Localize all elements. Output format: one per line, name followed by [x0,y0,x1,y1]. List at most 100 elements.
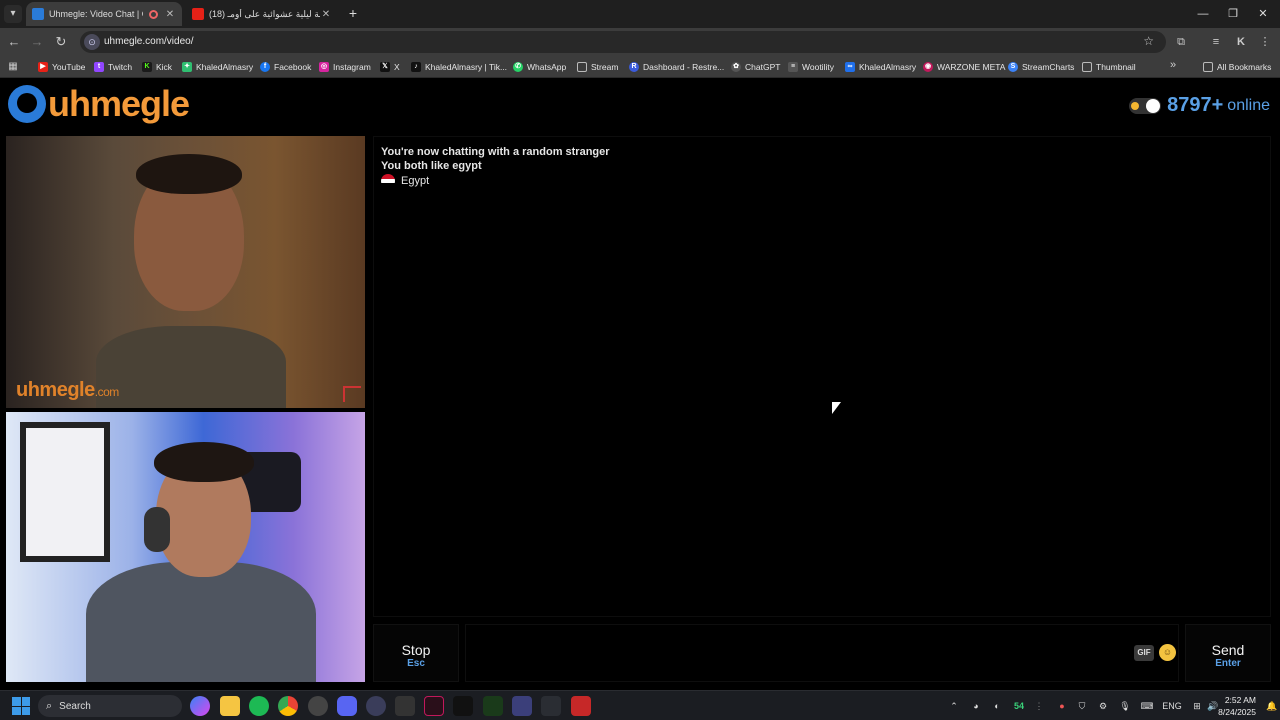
online-count: 8797+ [1167,94,1224,116]
windows-start-icon[interactable] [12,697,30,715]
spotify-icon[interactable] [249,696,269,716]
folder-icon [1082,62,1092,72]
tab-uhmegle[interactable]: Uhmegle: Video Chat | Ome ✕ [26,2,182,26]
razer-icon[interactable] [483,696,503,716]
tray-counter[interactable]: 54 [1010,698,1028,714]
bookmark-instagram[interactable]: ◎ Instagram [319,59,371,75]
x-icon: 𝕏 [380,62,390,72]
tray-settings-icon[interactable]: ⚙ [1096,698,1110,714]
bookmark-chatgpt[interactable]: ✿ ChatGPT [731,59,780,75]
bookmark-label: ChatGPT [745,62,781,72]
microphone-icon[interactable]: 🎙 [1118,698,1132,714]
media-control-icon[interactable]: ≡ [1207,33,1225,51]
extensions-icon[interactable]: ⧉ [1172,33,1190,51]
uhmegle-logo-icon [8,85,46,123]
tray-app-icon[interactable]: ◐ [990,698,1004,714]
bookmark-wootility[interactable]: ≡ Wootility [788,59,834,75]
bookmark-label: WARZONE META [937,62,1006,72]
bookmark-star-icon[interactable]: ☆ [1143,34,1154,48]
bookmark-label: KhaledAlmasry [859,62,917,72]
terminal-icon[interactable] [395,696,415,716]
tray-bars-icon[interactable]: ⋮ [1032,698,1046,714]
url-text[interactable]: uhmegle.com/video/ [104,36,194,47]
notification-icon[interactable]: 🔔 [1266,698,1277,714]
send-button[interactable]: Send Enter [1185,624,1271,682]
restore-icon[interactable]: ❐ [1218,4,1248,24]
profile-icon[interactable]: K [1232,33,1250,51]
self-body [86,562,316,682]
bookmark-restream[interactable]: R Dashboard - Restre... [629,59,724,75]
close-tab-icon[interactable]: ✕ [164,9,176,20]
theme-toggle[interactable] [1129,97,1162,114]
more-bookmarks-icon[interactable]: » [1170,59,1176,71]
forward-icon[interactable]: → [28,33,46,51]
bookmarks-bar: ▦ ▶ YouTube t Twitch K Kick ✦ KhaledAlmasry … [0,56,1280,78]
bookmark-thumbnail[interactable]: Thumbnail [1082,59,1136,75]
tab-search-icon[interactable]: ▾ [4,5,22,23]
tray-shield-icon[interactable]: ⛉ [1075,698,1089,714]
call-of-duty-icon[interactable] [453,696,473,716]
bookmark-facebook[interactable]: f Facebook [260,59,311,75]
app-icon[interactable] [366,696,386,716]
restream-icon: R [629,62,639,72]
report-flag-icon[interactable] [343,386,361,402]
bookmark-streamcharts[interactable]: S StreamCharts [1008,59,1074,75]
bookmark-kick[interactable]: K Kick [142,59,172,75]
close-tab-icon[interactable]: ✕ [320,9,332,20]
bookmark-khaledalmasry[interactable]: ✦ KhaledAlmasry [182,59,253,75]
search-icon: ⌕ [46,699,53,712]
tab-youtube[interactable]: (18) جولة ليلية عشوائية على أومـ ✕ [186,2,338,26]
bookmark-twitch[interactable]: t Twitch [94,59,132,75]
bookmark-whatsapp[interactable]: ✆ WhatsApp [513,59,566,75]
address-bar[interactable]: ⊙ uhmegle.com/video/ ☆ [80,31,1166,53]
streamcharts-icon: S [1008,62,1018,72]
gif-button[interactable]: GIF [1134,645,1154,661]
message-input[interactable] [465,624,1179,682]
site-info-icon[interactable]: ⊙ [84,34,100,50]
gamepad-icon[interactable] [512,696,532,716]
bookmark-warzone[interactable]: ◉ WARZONE META [923,59,1005,75]
tray-expand-icon[interactable]: ⌃ [948,698,960,714]
minimize-icon[interactable]: — [1188,4,1218,24]
self-hair [154,442,254,482]
self-video [6,412,365,682]
copilot-icon[interactable] [190,696,210,716]
keyboard-icon[interactable]: ⌨ [1140,698,1154,714]
system-clock[interactable]: 2:52 AM 8/24/2025 [1218,694,1256,718]
bookmark-x[interactable]: 𝕏X [380,59,400,75]
chrome-icon[interactable] [278,696,298,716]
bookmark-meta[interactable]: ∞ KhaledAlmasry [845,59,916,75]
bookmark-label: Wootility [802,62,834,72]
menu-icon[interactable]: ⋮ [1256,33,1274,51]
emoji-icon[interactable]: ☺ [1159,644,1176,661]
taskbar-search[interactable]: ⌕ Search [38,695,182,717]
apps-icon[interactable]: ▦ [6,60,20,74]
back-icon[interactable]: ← [5,33,23,51]
close-window-icon[interactable]: ✕ [1248,4,1278,24]
all-bookmarks[interactable]: All Bookmarks [1203,59,1271,75]
reload-icon[interactable]: ↻ [52,33,70,51]
tab-title: (18) جولة ليلية عشوائية على أومـ [209,8,320,19]
site-logo[interactable]: uhmegle [8,83,190,124]
bookmark-youtube[interactable]: ▶ YouTube [38,59,85,75]
tray-record-icon[interactable]: ● [1055,698,1069,714]
discord-tray-icon[interactable]: ◕ [968,698,984,714]
online-label: online [1227,96,1270,114]
language-indicator[interactable]: ENG [1160,698,1184,714]
network-icon[interactable]: ⊞ [1190,698,1204,714]
file-explorer-icon[interactable] [220,696,240,716]
valorant-red-icon[interactable] [571,696,591,716]
chat-controls: Stop Esc GIF ☺ Send Enter [373,624,1271,684]
wootility-icon: ≡ [788,62,798,72]
bookmark-tiktok[interactable]: ♪ KhaledAlmasry | Tik... [411,59,507,75]
bookmark-stream[interactable]: Stream [577,59,618,75]
new-tab-icon[interactable]: + [345,4,361,22]
stop-button[interactable]: Stop Esc [373,624,459,682]
discord-icon[interactable] [337,696,357,716]
steam-icon[interactable] [541,696,561,716]
obs-icon[interactable] [308,696,328,716]
valorant-icon[interactable] [424,696,444,716]
watermark-text: uhmegle [16,379,95,401]
bookmark-label: Thumbnail [1096,62,1136,72]
twitch-icon: t [94,62,104,72]
